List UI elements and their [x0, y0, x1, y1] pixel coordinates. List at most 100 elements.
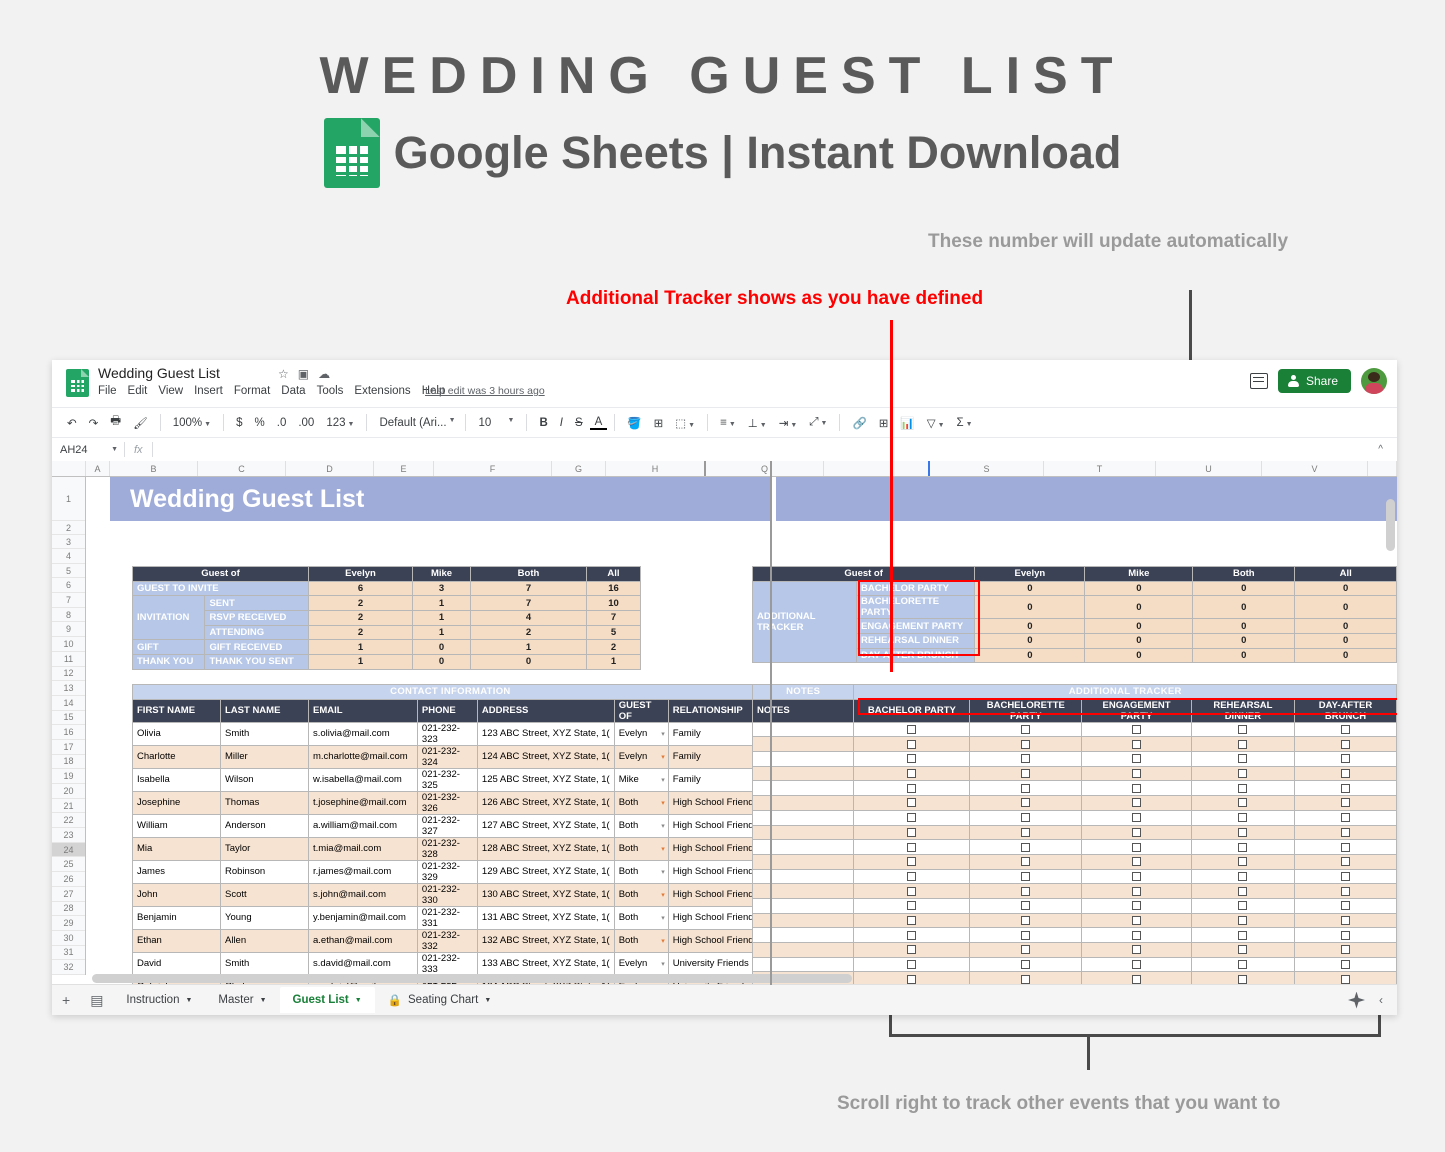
- cell-tracker-checkbox[interactable]: [854, 752, 970, 767]
- cell-notes[interactable]: [753, 854, 854, 869]
- currency-format-button[interactable]: $: [231, 417, 247, 429]
- cell-guest-of-dropdown[interactable]: Evelyn: [614, 745, 668, 768]
- horizontal-align-icon[interactable]: ≡▼: [715, 417, 741, 429]
- checkbox-icon[interactable]: [1341, 916, 1350, 925]
- checkbox-icon[interactable]: [1238, 916, 1247, 925]
- checkbox-icon[interactable]: [1238, 828, 1247, 837]
- checkbox-icon[interactable]: [1341, 901, 1350, 910]
- text-color-button[interactable]: A: [590, 416, 608, 430]
- checkbox-icon[interactable]: [1238, 740, 1247, 749]
- cell-address[interactable]: 126 ABC Street, XYZ State, 1(: [477, 791, 614, 814]
- cell-tracker-checkbox[interactable]: [854, 869, 970, 884]
- cell-tracker-checkbox[interactable]: [1191, 796, 1294, 811]
- cell-email[interactable]: t.josephine@mail.com: [309, 791, 418, 814]
- all-sheets-icon[interactable]: ▤: [80, 992, 113, 1009]
- checkbox-icon[interactable]: [907, 916, 916, 925]
- cell-address[interactable]: 132 ABC Street, XYZ State, 1(: [477, 929, 614, 952]
- row-header-4[interactable]: 4: [52, 549, 85, 564]
- decrease-decimal-button[interactable]: .0: [272, 417, 292, 429]
- checkbox-icon[interactable]: [1341, 843, 1350, 852]
- cell-tracker-checkbox[interactable]: [1295, 781, 1397, 796]
- cell-phone[interactable]: 021-232-323: [417, 722, 477, 745]
- cell-tracker-checkbox[interactable]: [1082, 781, 1191, 796]
- cell-tracker-checkbox[interactable]: [1191, 928, 1294, 943]
- document-title[interactable]: Wedding Guest List: [98, 365, 220, 381]
- checkbox-icon[interactable]: [907, 725, 916, 734]
- checkbox-icon[interactable]: [1021, 769, 1030, 778]
- cell-email[interactable]: s.david@mail.com: [309, 952, 418, 975]
- menu-insert[interactable]: Insert: [194, 385, 223, 397]
- cell-tracker-checkbox[interactable]: [1082, 810, 1191, 825]
- cell-address[interactable]: 124 ABC Street, XYZ State, 1(: [477, 745, 614, 768]
- cell-tracker-checkbox[interactable]: [1191, 722, 1294, 737]
- cell-guest-of-dropdown[interactable]: Evelyn: [614, 722, 668, 745]
- cell-first-name[interactable]: David: [133, 952, 221, 975]
- checkbox-icon[interactable]: [1238, 901, 1247, 910]
- cell-notes[interactable]: [753, 825, 854, 840]
- functions-icon[interactable]: Σ▼: [952, 417, 978, 429]
- row-header-19[interactable]: 19: [52, 769, 85, 784]
- cell-notes[interactable]: [753, 898, 854, 913]
- row-header-26[interactable]: 26: [52, 872, 85, 887]
- cell-phone[interactable]: 021-232-327: [417, 814, 477, 837]
- cloud-icon[interactable]: ☁: [318, 367, 330, 381]
- cell-tracker-checkbox[interactable]: [1295, 752, 1397, 767]
- cell-tracker-checkbox[interactable]: [1191, 752, 1294, 767]
- column-header-v[interactable]: V: [1262, 461, 1368, 476]
- cell-tracker-checkbox[interactable]: [1191, 810, 1294, 825]
- cell-tracker-checkbox[interactable]: [970, 957, 1082, 972]
- cell-first-name[interactable]: Josephine: [133, 791, 221, 814]
- cell-email[interactable]: a.ethan@mail.com: [309, 929, 418, 952]
- share-button[interactable]: Share: [1278, 369, 1351, 393]
- chevron-down-icon[interactable]: ▼: [355, 997, 362, 1004]
- cell-address[interactable]: 123 ABC Street, XYZ State, 1(: [477, 722, 614, 745]
- cell-tracker-checkbox[interactable]: [1082, 766, 1191, 781]
- cell-tracker-checkbox[interactable]: [970, 840, 1082, 855]
- name-box[interactable]: AH24▼: [52, 444, 124, 456]
- column-header-r[interactable]: [824, 461, 930, 476]
- checkbox-icon[interactable]: [1341, 784, 1350, 793]
- cell-tracker-checkbox[interactable]: [1191, 869, 1294, 884]
- row-header-14[interactable]: 14: [52, 696, 85, 711]
- cell-tracker-checkbox[interactable]: [1295, 825, 1397, 840]
- checkbox-icon[interactable]: [1341, 813, 1350, 822]
- cell-last-name[interactable]: Wilson: [221, 768, 309, 791]
- row-header-16[interactable]: 16: [52, 725, 85, 740]
- column-header-u[interactable]: U: [1156, 461, 1262, 476]
- strikethrough-button[interactable]: S: [570, 417, 588, 429]
- cell-tracker-checkbox[interactable]: [970, 737, 1082, 752]
- checkbox-icon[interactable]: [1021, 798, 1030, 807]
- checkbox-icon[interactable]: [1238, 725, 1247, 734]
- chevron-down-icon[interactable]: ▼: [185, 997, 192, 1004]
- cell-phone[interactable]: 021-232-331: [417, 906, 477, 929]
- cell-tracker-checkbox[interactable]: [1082, 898, 1191, 913]
- row-header-20[interactable]: 20: [52, 784, 85, 799]
- checkbox-icon[interactable]: [1238, 769, 1247, 778]
- cell-last-name[interactable]: Taylor: [221, 837, 309, 860]
- cell-tracker-checkbox[interactable]: [854, 884, 970, 899]
- cell-last-name[interactable]: Thomas: [221, 791, 309, 814]
- cell-notes[interactable]: [753, 943, 854, 958]
- insert-chart-icon[interactable]: 📊: [895, 416, 919, 430]
- cell-tracker-checkbox[interactable]: [1082, 722, 1191, 737]
- row-header-3[interactable]: 3: [52, 535, 85, 549]
- add-sheet-icon[interactable]: +: [52, 992, 80, 1008]
- checkbox-icon[interactable]: [907, 945, 916, 954]
- checkbox-icon[interactable]: [1021, 784, 1030, 793]
- column-header-a[interactable]: A: [86, 461, 110, 476]
- cell-tracker-checkbox[interactable]: [1295, 796, 1397, 811]
- cell-last-name[interactable]: Robinson: [221, 860, 309, 883]
- cell-guest-of-dropdown[interactable]: Both: [614, 883, 668, 906]
- checkbox-icon[interactable]: [907, 931, 916, 940]
- cell-notes[interactable]: [753, 781, 854, 796]
- cell-first-name[interactable]: John: [133, 883, 221, 906]
- sheet-tab-instruction[interactable]: Instruction ▼: [113, 987, 205, 1013]
- cell-last-name[interactable]: Young: [221, 906, 309, 929]
- checkbox-icon[interactable]: [1132, 725, 1141, 734]
- row-header-23[interactable]: 23: [52, 828, 85, 843]
- sheet-tab-seating-chart[interactable]: 🔒 Seating Chart ▼: [375, 986, 505, 1014]
- checkbox-icon[interactable]: [1238, 887, 1247, 896]
- checkbox-icon[interactable]: [1132, 960, 1141, 969]
- checkbox-icon[interactable]: [1132, 769, 1141, 778]
- sheets-app-icon[interactable]: [66, 369, 89, 397]
